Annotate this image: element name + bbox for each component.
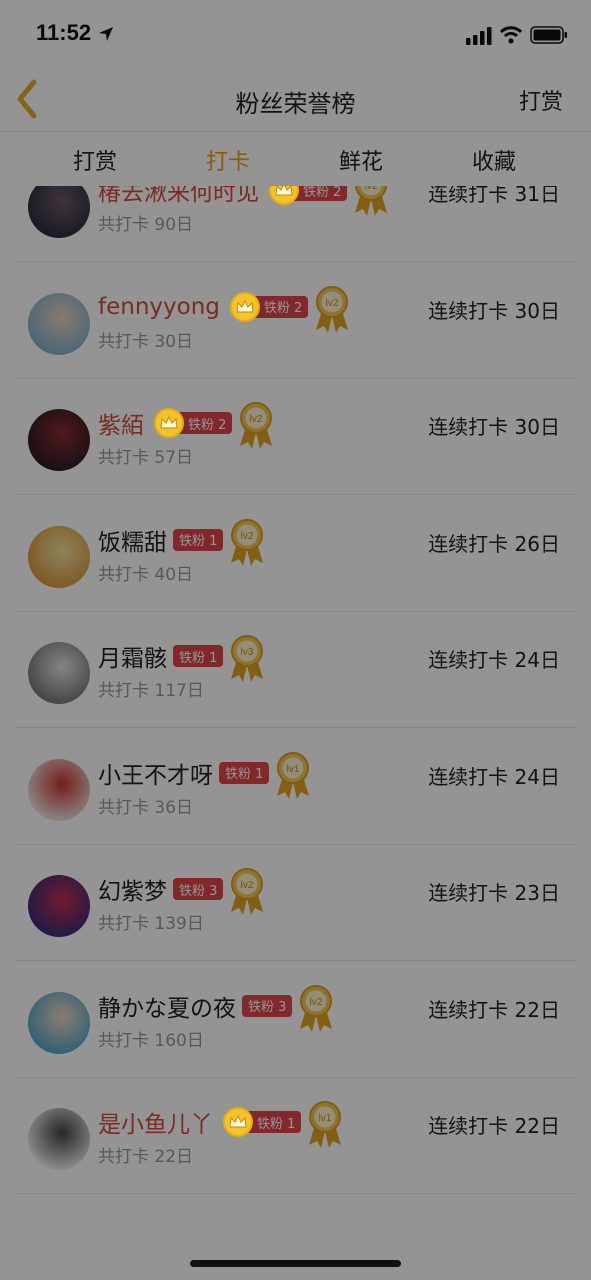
crown-icon (223, 1107, 253, 1137)
fan-name[interactable]: 椿去湫来何时见 (98, 186, 259, 207)
total-checkins: 共打卡 36日 (98, 797, 194, 818)
name-line: 饭糯甜 铁粉 1 lv2 (98, 518, 267, 566)
tab-bar: 打赏 打卡 鲜花 收藏 (0, 132, 591, 186)
fan-row[interactable]: 月霜骸 铁粉 1 lv3 共打卡 117日 连续打卡 24日 (16, 612, 576, 728)
fan-row[interactable]: 是小鱼儿丫 铁粉 1 lv1 共打卡 22日 连续打卡 22日 (16, 1078, 576, 1194)
fan-name[interactable]: 紫絔 (98, 406, 144, 440)
wifi-icon (500, 26, 522, 44)
avatar[interactable] (28, 409, 90, 471)
fan-name[interactable]: 小王不才呀 (98, 756, 213, 790)
total-checkins: 共打卡 57日 (98, 448, 194, 468)
total-checkins: 共打卡 90日 (98, 215, 194, 235)
medal-level-text: lv2 (310, 997, 323, 1008)
crown-icon (269, 186, 299, 205)
streak-checkins: 连续打卡 24日 (428, 648, 560, 672)
level-medal-icon: lv2 (355, 186, 388, 216)
tab-checkin[interactable]: 打卡 (178, 144, 278, 176)
streak-checkins: 连续打卡 22日 (428, 997, 560, 1022)
fan-list: 椿去湫来何时见 铁粉 2 lv2 共打卡 90日 连续打卡 31日 fennyyong 铁粉… (0, 186, 591, 1216)
medal-level-text: lv2 (326, 298, 339, 309)
home-indicator[interactable] (190, 1260, 401, 1267)
streak-checkins: 连续打卡 26日 (428, 531, 560, 556)
total-checkins: 共打卡 139日 (98, 914, 204, 934)
streak-checkins: 连续打卡 30日 (428, 415, 560, 439)
total-checkins: 共打卡 40日 (98, 564, 194, 585)
level-medal-icon: lv3 (231, 635, 264, 682)
fan-row[interactable]: fennyyong 铁粉 2 lv2 共打卡 30日 连续打卡 30日 (16, 263, 576, 379)
nav-bar: 粉丝荣誉榜 打赏 (0, 70, 591, 132)
fan-row[interactable]: 静かな夏の夜 铁粉 3 lv2 共打卡 160日 连续打卡 22日 (16, 962, 576, 1078)
avatar[interactable] (28, 292, 90, 355)
total-checkins: 共打卡 160日 (98, 1030, 204, 1051)
tab-tip[interactable]: 打赏 (45, 144, 145, 176)
fan-level-badge: 铁粉 3 (173, 878, 224, 900)
streak-checkins: 连续打卡 23日 (428, 881, 560, 905)
fan-row[interactable]: 紫絔 铁粉 2 lv2 共打卡 57日 连续打卡 30日 (16, 379, 576, 495)
avatar[interactable] (28, 991, 90, 1054)
medal-level-text: lv2 (250, 414, 263, 425)
fan-name[interactable]: 饭糯甜 (98, 523, 167, 557)
level-medal-icon: lv2 (231, 518, 264, 566)
crown-icon (154, 408, 184, 438)
tab-favorites[interactable]: 收藏 (444, 144, 544, 176)
battery-icon (530, 26, 567, 44)
fan-row[interactable]: 幻紫梦 铁粉 3 lv2 共打卡 139日 连续打卡 23日 (16, 845, 576, 961)
streak-checkins: 连续打卡 30日 (428, 298, 560, 323)
crown-icon (229, 291, 260, 322)
name-line: 幻紫梦 铁粉 3 lv2 (98, 868, 267, 915)
tab-flowers[interactable]: 鲜花 (311, 144, 411, 176)
streak-checkins: 连续打卡 22日 (428, 1114, 560, 1138)
fan-name[interactable]: fennyyong (98, 294, 220, 320)
avatar[interactable] (28, 758, 90, 821)
avatar[interactable] (28, 642, 90, 704)
fan-level-badge: 铁粉 3 (242, 994, 293, 1017)
tip-button[interactable]: 打赏 (519, 84, 563, 116)
page-title: 粉丝荣誉榜 (235, 90, 356, 118)
level-medal-icon: lv2 (316, 285, 349, 333)
streak-checkins: 连续打卡 31日 (428, 186, 560, 206)
total-checkins: 共打卡 30日 (98, 331, 194, 352)
fan-name[interactable]: 是小鱼儿丫 (98, 1105, 213, 1139)
medal-level-text: lv1 (319, 1113, 332, 1124)
location-arrow-icon (99, 27, 113, 41)
avatar[interactable] (28, 525, 90, 588)
fan-level-badge: 铁粉 1 (219, 761, 270, 784)
name-line: 是小鱼儿丫 铁粉 1 lv1 (98, 1101, 345, 1148)
medal-level-text: lv2 (241, 880, 254, 891)
name-line: fennyyong 铁粉 2 lv2 (98, 285, 352, 333)
avatar[interactable] (28, 1108, 90, 1170)
fan-name[interactable]: 月霜骸 (98, 639, 167, 673)
medal-level-text: lv2 (365, 186, 378, 192)
name-line: 椿去湫来何时见 铁粉 2 lv2 (98, 186, 391, 216)
level-medal-icon: lv1 (277, 751, 310, 799)
total-checkins: 共打卡 117日 (98, 681, 204, 701)
fan-row[interactable]: 椿去湫来何时见 铁粉 2 lv2 共打卡 90日 连续打卡 31日 (16, 186, 576, 262)
medal-level-text: lv1 (287, 764, 300, 775)
fan-row[interactable]: 饭糯甜 铁粉 1 lv2 共打卡 40日 连续打卡 26日 (16, 496, 576, 612)
level-medal-icon: lv2 (300, 984, 333, 1032)
name-line: 月霜骸 铁粉 1 lv3 (98, 635, 267, 682)
name-line: 静かな夏の夜 铁粉 3 lv2 (98, 984, 336, 1032)
fan-level-badge: 铁粉 1 (173, 528, 224, 551)
medal-level-text: lv3 (241, 647, 254, 658)
streak-checkins: 连续打卡 24日 (428, 764, 560, 789)
name-line: 小王不才呀 铁粉 1 lv1 (98, 751, 313, 799)
fan-level-badge: 铁粉 1 (173, 645, 224, 667)
medal-level-text: lv2 (241, 531, 254, 542)
fan-row[interactable]: 小王不才呀 铁粉 1 lv1 共打卡 36日 连续打卡 24日 (16, 729, 576, 845)
level-medal-icon: lv1 (309, 1101, 342, 1148)
avatar[interactable] (28, 875, 90, 937)
status-bar: 11:52 (0, 0, 591, 70)
avatar[interactable] (28, 186, 90, 238)
signal-icon (466, 27, 492, 45)
total-checkins: 共打卡 22日 (98, 1147, 194, 1167)
level-medal-icon: lv2 (240, 402, 273, 449)
level-medal-icon: lv2 (231, 868, 264, 915)
status-time: 11:52 (36, 20, 92, 45)
fan-name[interactable]: 幻紫梦 (98, 872, 167, 906)
fan-name[interactable]: 静かな夏の夜 (98, 989, 236, 1023)
name-line: 紫絔 铁粉 2 lv2 (98, 402, 276, 449)
